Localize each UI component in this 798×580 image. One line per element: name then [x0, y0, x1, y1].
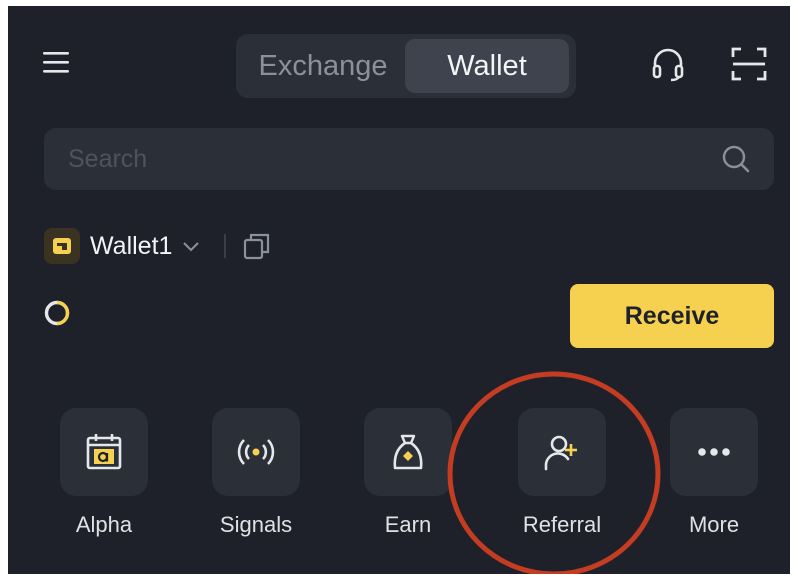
search-bar[interactable] [44, 128, 774, 190]
quick-action-signals[interactable]: Signals [212, 408, 300, 537]
wallet-avatar [44, 228, 80, 264]
add-user-icon [544, 435, 577, 471]
wallet-switcher[interactable]: Wallet1 [90, 232, 202, 261]
scan-button[interactable] [724, 40, 774, 88]
hamburger-icon [43, 52, 69, 73]
quick-action-tile [670, 408, 758, 496]
tab-wallet[interactable]: Wallet [405, 39, 569, 93]
copy-icon[interactable] [242, 231, 272, 261]
wallet-icon [53, 238, 71, 254]
quick-action-label: Earn [384, 512, 432, 537]
wallet-screen: Exchange Wallet Search Wallet1 Receive A… [8, 6, 790, 574]
quick-action-referral[interactable]: Referral [518, 408, 606, 537]
scan-icon [731, 47, 767, 81]
quick-action-more[interactable]: More [670, 408, 758, 537]
quick-action-alpha[interactable]: Alpha [60, 408, 148, 537]
menu-button[interactable] [36, 40, 76, 84]
wallet-name: Wallet1 [90, 231, 173, 260]
quick-action-earn[interactable]: Earn [364, 408, 452, 537]
quick-action-label: Signals [219, 512, 293, 537]
more-dots-icon [698, 448, 730, 456]
chevron-down-icon [183, 242, 200, 252]
quick-action-label: Referral [522, 512, 602, 537]
support-button[interactable] [644, 42, 692, 86]
search-input[interactable] [66, 143, 720, 175]
headset-icon [652, 48, 684, 82]
quick-action-tile [212, 408, 300, 496]
quick-action-tile [60, 408, 148, 496]
divider [224, 234, 227, 258]
receive-button[interactable]: Receive [570, 284, 774, 348]
signals-icon [237, 439, 275, 465]
wallet-selector-row: Wallet1 [44, 226, 272, 266]
tab-exchange[interactable]: Exchange [241, 39, 405, 93]
search-icon[interactable] [720, 143, 752, 175]
quick-action-tile [364, 408, 452, 496]
money-bag-icon [393, 434, 423, 470]
quick-action-tile [518, 408, 606, 496]
quick-action-label: Alpha [75, 512, 133, 537]
exchange-wallet-switch: Exchange Wallet [236, 34, 576, 98]
quick-action-label: More [688, 512, 740, 537]
alpha-calendar-icon [86, 434, 122, 470]
loading-icon [44, 300, 70, 326]
